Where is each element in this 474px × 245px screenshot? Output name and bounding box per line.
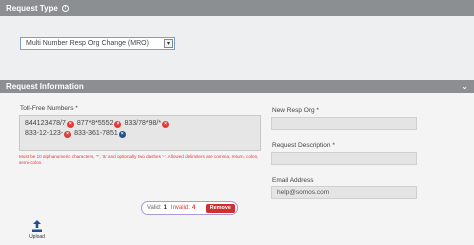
request-description-input[interactable] [271, 152, 417, 165]
toll-free-number-value: 833-361-7851 [74, 130, 118, 137]
remove-invalid-button[interactable]: Remove [205, 204, 235, 213]
toll-free-number-chip: 844123478/7 × [25, 119, 74, 129]
remove-number-close-icon[interactable]: × [114, 121, 122, 128]
new-resp-org-input[interactable] [271, 117, 417, 130]
toll-free-numbers-label: Toll-Free Numbers * [20, 105, 78, 112]
email-address-label: Email Address [272, 177, 314, 184]
remove-number-close-icon[interactable]: × [162, 121, 170, 128]
request-type-title: Request Type [6, 3, 58, 13]
toll-free-number-chip: 833-12-123- × [25, 129, 72, 139]
toll-free-number-value: 833/78*98/* [124, 120, 162, 127]
toll-free-number-chip: 833-361-7851 × [74, 129, 126, 139]
request-type-select[interactable]: Multi Number Resp Org Change (MRO) ▾ [20, 37, 175, 50]
validation-summary: Valid: 1 Invalid: 4 Remove [141, 201, 238, 215]
collapse-chevron-icon[interactable]: ⌄ [461, 82, 468, 91]
toll-free-number-chip: 877*8*5552 × [77, 119, 122, 129]
toll-free-number-chip: 833/78*98/* × [124, 119, 170, 129]
toll-free-number-value: 833-12-123- [25, 130, 64, 137]
request-type-selected-value: Multi Number Resp Org Change (MRO) [26, 40, 149, 47]
request-description-label: Request Description * [272, 142, 335, 149]
valid-label: Valid: [147, 205, 162, 211]
remove-number-close-icon[interactable]: × [64, 131, 72, 138]
toll-free-number-value: 877*8*5552 [76, 120, 114, 127]
request-type-header: Request Type ! [0, 0, 474, 16]
validation-hint: Must be 10 alphanumeric characters, '*',… [19, 154, 259, 165]
request-information-header[interactable]: Request Information ⌄ [0, 80, 474, 93]
chevron-down-icon[interactable]: ▾ [164, 39, 173, 48]
remove-number-close-icon[interactable]: × [118, 131, 126, 138]
request-information-title: Request Information [6, 82, 84, 91]
toll-free-number-value: 844123478/7 [25, 120, 66, 127]
remove-number-close-icon[interactable]: × [66, 121, 74, 128]
valid-count: 1 [163, 205, 167, 211]
upload-button[interactable]: Upload [27, 220, 47, 240]
upload-label: Upload [29, 234, 45, 240]
new-resp-org-label: New Resp Org * [272, 107, 319, 114]
invalid-label: Invalid: [170, 205, 190, 211]
toll-free-numbers-input[interactable]: 844123478/7 × 877*8*5552 × 833/78*98/* × 833-1… [19, 115, 261, 151]
invalid-count: 4 [191, 205, 196, 211]
upload-icon [32, 220, 42, 232]
info-icon[interactable]: ! [61, 4, 69, 12]
email-address-input[interactable]: help@somos.com [271, 186, 417, 199]
